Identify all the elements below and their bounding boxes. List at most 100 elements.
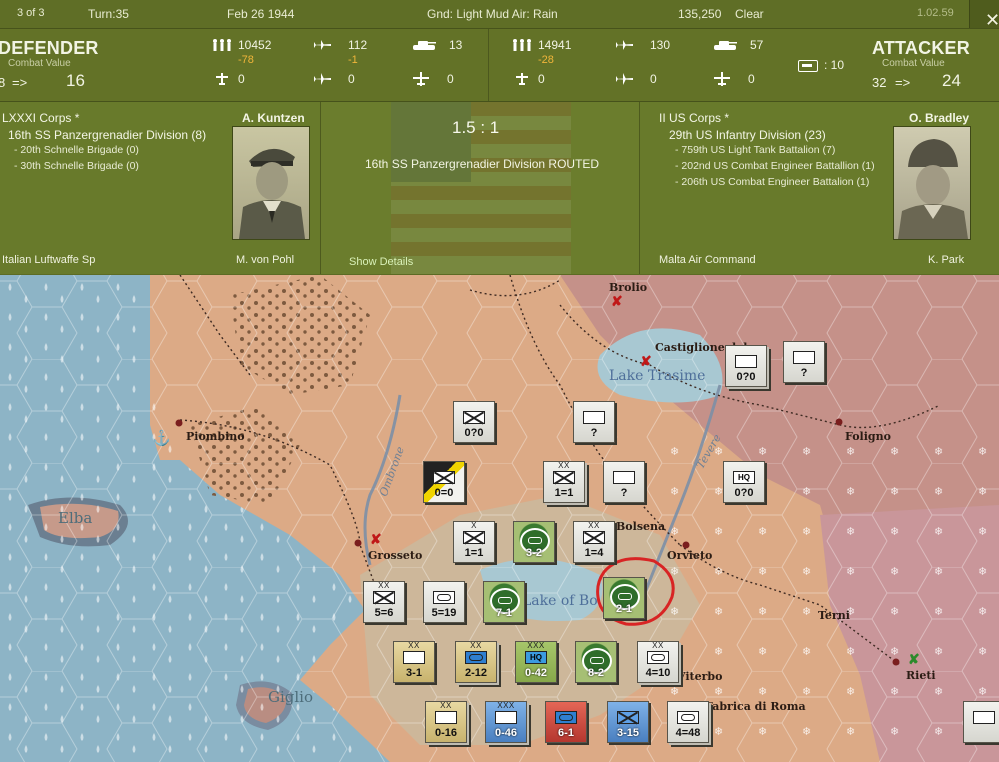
- unit-symbol: [613, 471, 635, 484]
- attacker-commander-portrait: [893, 126, 971, 240]
- unit-counter[interactable]: HQ 0?0: [723, 461, 765, 503]
- unit-counter[interactable]: 8-2: [575, 641, 617, 683]
- attacker-tank-value: 57: [750, 38, 764, 52]
- unit-counter[interactable]: XXX 0-46: [485, 701, 527, 743]
- defender-gun-stat: 0: [212, 71, 272, 87]
- unit-strength: 1=1: [464, 547, 484, 559]
- gun-icon: [516, 73, 528, 85]
- unit-strength: 0-46: [494, 727, 518, 739]
- unit-strength: 3-2: [526, 547, 542, 559]
- hex-map[interactable]: ❄: [0, 275, 999, 762]
- infantry-symbol: [373, 591, 395, 604]
- attacker-title: ATTACKER: [872, 38, 970, 58]
- unit-counter[interactable]: [963, 701, 999, 743]
- fighter-icon: [413, 72, 429, 86]
- unit-size: X: [471, 521, 477, 530]
- unit-size: XXX: [527, 641, 545, 650]
- unit-counter[interactable]: X 1=1: [453, 521, 495, 563]
- town-viterbo: Viterbo: [677, 670, 723, 683]
- supply-value: : 10: [824, 58, 845, 72]
- plane-icon: [615, 40, 633, 50]
- unit-strength: 3-1: [406, 667, 422, 679]
- infantry-icon: [213, 39, 231, 51]
- version-label: 1.02.59: [917, 7, 954, 19]
- attacker-gun-value: 0: [538, 72, 545, 86]
- unit-counter[interactable]: ?: [603, 461, 645, 503]
- date-label: Feb 26 1944: [227, 7, 295, 21]
- town-grosseto: Grosseto: [368, 549, 423, 562]
- unit-counter[interactable]: XX 3-1: [393, 641, 435, 683]
- unit-symbol: [435, 711, 457, 724]
- unit-counter[interactable]: 3-2: [513, 521, 555, 563]
- unit-counter[interactable]: 0?0: [453, 401, 495, 443]
- unit-counter[interactable]: XX 0-16: [425, 701, 467, 743]
- defender-prev-value: 8: [0, 75, 6, 90]
- unit-strength: 1=1: [554, 487, 574, 499]
- page-indicator[interactable]: 3 of 3: [17, 7, 45, 19]
- attacker-prev-value: 32: [872, 75, 887, 90]
- score-label: 135,250: [678, 7, 722, 21]
- town-orvieto: Orvieto: [667, 549, 713, 562]
- attacker-men-stat: 14941 -28: [512, 37, 582, 66]
- town-piombino: Piombino: [186, 430, 245, 443]
- town-bolsena: Bolsena: [616, 520, 666, 533]
- unit-strength: 0-42: [524, 667, 548, 679]
- defender-title: DEFENDER: [0, 38, 99, 58]
- attacker-corps[interactable]: II US Corps *: [659, 111, 729, 125]
- defender-arrow: =>: [12, 75, 28, 90]
- defender-division[interactable]: 16th SS Panzergrenadier Division (8): [8, 128, 206, 142]
- attacker-commander: O. Bradley: [909, 111, 970, 125]
- unit-strength: 2-12: [464, 667, 488, 679]
- defender-tank-stat: 13: [411, 37, 481, 53]
- unit-counter[interactable]: XXX HQ 0-42: [515, 641, 557, 683]
- unit-counter[interactable]: ?: [573, 401, 615, 443]
- tank-icon: [413, 41, 436, 50]
- infantry-icon: [513, 39, 531, 51]
- infantry-symbol: [463, 411, 485, 424]
- armor-symbol: [555, 711, 577, 724]
- unit-strength: ?: [620, 487, 628, 499]
- infantry-symbol: [463, 531, 485, 544]
- defender-men-stat: 10452 -78: [212, 37, 282, 66]
- turn-label: Turn:35: [88, 7, 129, 21]
- unit-counter[interactable]: 3-15: [607, 701, 649, 743]
- combat-panels: LXXXI Corps * A. Kuntzen 16th SS Panzerg…: [0, 102, 999, 274]
- defender-air-value: 112: [348, 38, 368, 52]
- defender-air-unit: Italian Luftwaffe Sp: [2, 254, 96, 266]
- airfield-icon: ✘: [908, 651, 920, 667]
- defender-corps[interactable]: LXXXI Corps *: [2, 111, 79, 125]
- combat-marker-icon: ✘: [611, 293, 623, 309]
- attacker-battalion-1: - 759th US Light Tank Battalion (7): [675, 144, 836, 156]
- unit-counter[interactable]: 0?0: [725, 345, 767, 387]
- unit-counter[interactable]: XX 5=6: [363, 581, 405, 623]
- defender-brigade-2: - 30th Schnelle Brigade (0): [14, 160, 139, 172]
- unit-size: XX: [470, 641, 482, 650]
- attacker-air-stat: 130: [614, 37, 684, 53]
- attacker-bomber-stat: 0: [614, 71, 674, 87]
- unit-counter[interactable]: 4=48: [667, 701, 709, 743]
- unit-counter[interactable]: 6-1: [545, 701, 587, 743]
- selected-unit-counter[interactable]: 2-1: [603, 577, 645, 619]
- unit-counter[interactable]: 0=0: [423, 461, 465, 503]
- defender-gun-value: 0: [238, 72, 245, 86]
- terrain-layer[interactable]: ❄: [0, 275, 999, 762]
- unit-counter[interactable]: ?: [783, 341, 825, 383]
- close-button[interactable]: ✕: [969, 0, 999, 30]
- unit-size: XX: [558, 461, 570, 470]
- defender-bomber-stat: 0: [312, 71, 372, 87]
- unit-symbol: [495, 711, 517, 724]
- unit-counter[interactable]: 7-1: [483, 581, 525, 623]
- defender-commander: A. Kuntzen: [242, 111, 305, 125]
- unit-counter[interactable]: XX 4=10: [637, 641, 679, 683]
- defender-bomber-value: 0: [348, 72, 355, 86]
- attacker-division[interactable]: 29th US Infantry Division (23): [669, 128, 826, 142]
- unit-strength: 0?0: [464, 427, 484, 439]
- unit-counter[interactable]: 5=19: [423, 581, 465, 623]
- attacker-bomber-value: 0: [650, 72, 657, 86]
- unit-counter[interactable]: XX 2-12: [455, 641, 497, 683]
- combat-result: 16th SS Panzergrenadier Division ROUTED: [365, 157, 600, 171]
- unit-counter[interactable]: XX 1=1: [543, 461, 585, 503]
- show-details-link[interactable]: Show Details: [349, 256, 413, 268]
- defender-air-loss: -1: [348, 54, 358, 66]
- unit-counter[interactable]: XX 1=4: [573, 521, 615, 563]
